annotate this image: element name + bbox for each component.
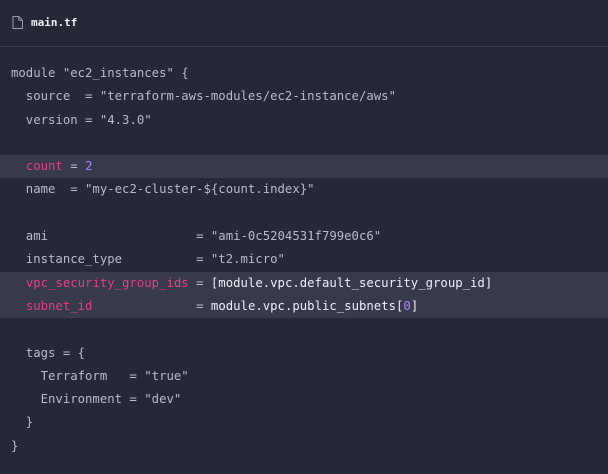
file-name: main.tf	[31, 16, 78, 29]
code-block[interactable]: module "ec2_instances" { source = "terra…	[0, 62, 608, 458]
file-icon	[12, 16, 23, 29]
code-line: tags = {	[0, 342, 608, 365]
code-line: }	[0, 435, 608, 458]
code-token: instance_type = "t2.micro"	[11, 252, 285, 267]
code-token: =	[62, 159, 86, 174]
code-line: name = "my-ec2-cluster-${count.index}"	[0, 178, 608, 201]
code-line: instance_type = "t2.micro"	[0, 248, 608, 271]
code-token: Environment = "dev"	[11, 392, 182, 407]
code-token: 0	[403, 298, 411, 313]
code-line-highlighted: vpc_security_group_ids = [module.vpc.def…	[0, 271, 608, 295]
code-token: version = "4.3.0"	[11, 112, 152, 127]
code-token: source = "terraform-aws-modules/ec2-inst…	[11, 89, 396, 104]
code-token: =	[92, 298, 211, 313]
code-token: name = "my-ec2-cluster-${count.index}"	[11, 182, 315, 197]
code-token: }	[11, 438, 19, 453]
code-token: ami = "ami-0c5204531f799e0c6"	[11, 229, 382, 244]
code-token: module "ec2_instances" {	[11, 66, 189, 80]
code-line: ami = "ami-0c5204531f799e0c6"	[0, 225, 608, 248]
code-token: subnet_id	[25, 298, 93, 313]
code-line: Environment = "dev"	[0, 388, 608, 411]
code-line: module "ec2_instances" {	[0, 62, 608, 85]
code-token: 2	[85, 159, 93, 174]
file-tab-header: main.tf	[0, 0, 608, 47]
code-token: ]	[410, 298, 419, 313]
code-line: }	[0, 411, 608, 434]
code-token: Terraform = "true"	[11, 368, 189, 383]
code-token: tags = {	[11, 345, 86, 360]
code-line-highlighted: subnet_id = module.vpc.public_subnets[0]	[0, 294, 608, 319]
code-line: source = "terraform-aws-modules/ec2-inst…	[0, 85, 608, 108]
code-token: [module.vpc.default_security_group_id]	[210, 275, 493, 290]
code-token: vpc_security_group_ids	[25, 275, 189, 290]
code-line: version = "4.3.0"	[0, 109, 608, 132]
code-token: }	[11, 415, 34, 430]
code-token: module.vpc.public_subnets[	[210, 298, 404, 313]
code-token: count	[25, 159, 63, 174]
code-token: =	[188, 275, 211, 290]
code-line-highlighted: count = 2	[0, 155, 608, 179]
code-line: Terraform = "true"	[0, 365, 608, 388]
